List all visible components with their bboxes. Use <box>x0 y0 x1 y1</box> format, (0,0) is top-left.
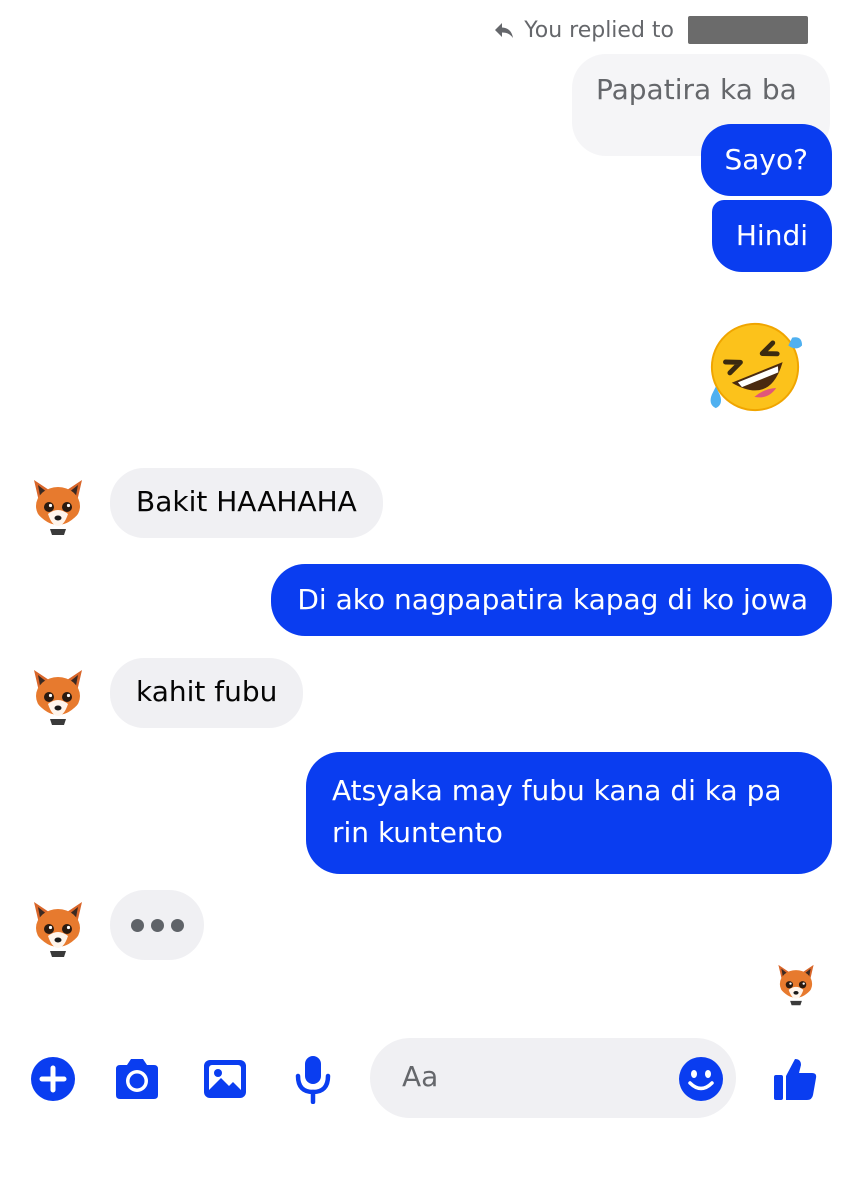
thumbs-up-icon <box>774 1059 817 1100</box>
message-composer: Aa <box>0 1036 848 1120</box>
message-input[interactable]: Aa <box>370 1038 736 1118</box>
like-button[interactable] <box>770 1054 820 1104</box>
gallery-button[interactable] <box>200 1054 250 1104</box>
quoted-message-text: Papatira ka ba <box>596 73 797 106</box>
plus-button[interactable] <box>28 1054 78 1104</box>
smiley-icon[interactable] <box>678 1056 724 1102</box>
seen-avatar-icon <box>774 962 818 1006</box>
message-input-placeholder: Aa <box>402 1060 439 1093</box>
reply-icon <box>495 23 514 38</box>
message-bubble-incoming[interactable]: Bakit HAAHAHA <box>110 468 383 538</box>
message-text: Bakit HAAHAHA <box>136 485 357 518</box>
fox-avatar-icon[interactable] <box>28 476 88 536</box>
message-bubble-outgoing[interactable]: Sayo? <box>700 124 832 196</box>
fox-avatar-icon[interactable] <box>28 666 88 726</box>
message-bubble-incoming[interactable]: kahit fubu <box>110 658 304 728</box>
reply-header: You replied to <box>492 14 808 46</box>
typing-dot <box>150 918 164 932</box>
message-bubble-outgoing[interactable]: Atsyaka may fubu kana di ka pa rin kunte… <box>306 752 832 874</box>
redacted-name <box>688 16 808 44</box>
image-icon <box>204 1060 246 1098</box>
camera-button[interactable] <box>112 1054 162 1104</box>
typing-dot <box>130 918 144 932</box>
message-line: rin kuntento <box>332 816 503 849</box>
message-text: Sayo? <box>724 143 809 176</box>
message-bubble-outgoing[interactable]: Di ako nagpapatira kapag di ko jowa <box>271 564 832 636</box>
plus-icon <box>31 1057 75 1101</box>
microphone-icon <box>295 1056 331 1104</box>
message-text: kahit fubu <box>136 675 278 708</box>
rolling-laughing-emoji-icon[interactable] <box>706 318 804 416</box>
message-bubble-outgoing[interactable]: Hindi <box>711 200 832 272</box>
reply-header-text: You replied to <box>524 17 674 43</box>
voice-button[interactable] <box>288 1054 338 1104</box>
message-text: Hindi <box>735 219 808 252</box>
typing-dot <box>170 918 184 932</box>
message-line: Atsyaka may fubu kana di ka pa <box>332 774 782 807</box>
camera-icon <box>116 1059 158 1099</box>
message-text: Di ako nagpapatira kapag di ko jowa <box>297 583 808 616</box>
fox-avatar-icon[interactable] <box>28 898 88 958</box>
typing-indicator <box>110 890 204 960</box>
